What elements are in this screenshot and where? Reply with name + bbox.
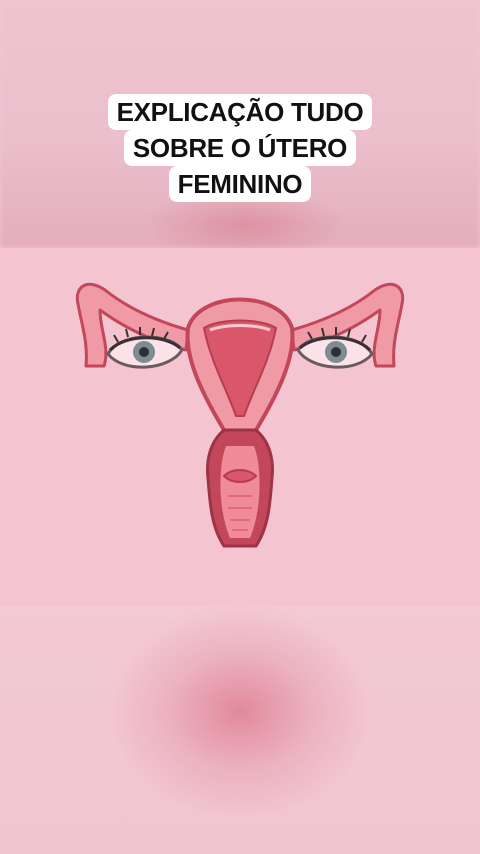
caption-line-3: FEMININO xyxy=(168,166,312,202)
caption-line-1: EXPLICAÇÃO TUDO xyxy=(107,94,373,130)
uterus-illustration xyxy=(75,282,405,548)
right-ovary-eye xyxy=(296,327,374,369)
blurred-bottom-background xyxy=(0,606,480,854)
caption-line-2: SOBRE O ÚTERO xyxy=(123,130,357,166)
video-caption: EXPLICAÇÃO TUDO SOBRE O ÚTERO FEMININO xyxy=(0,94,480,202)
